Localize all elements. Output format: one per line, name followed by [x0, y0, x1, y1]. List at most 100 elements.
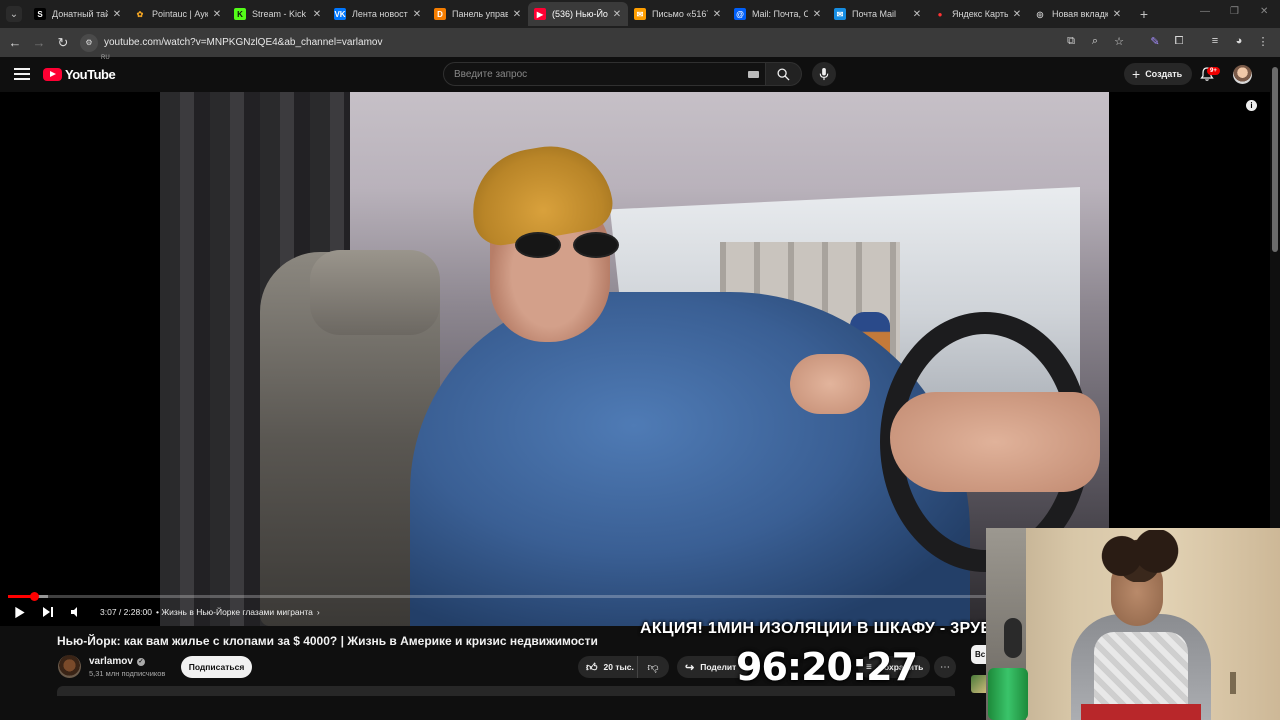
tab-favicon-icon: ✿ [136, 9, 144, 19]
time-display: 3:07 / 2:28:00 [100, 607, 152, 617]
close-window-icon[interactable]: ✕ [1260, 6, 1268, 17]
youtube-logo-text: YouTube [65, 67, 116, 82]
tab-close-icon[interactable]: ✕ [612, 9, 622, 20]
account-avatar[interactable] [1233, 65, 1252, 84]
reload-icon[interactable]: ↻ [51, 31, 75, 55]
tab-close-icon[interactable]: ✕ [712, 9, 722, 20]
back-icon[interactable]: ← [3, 31, 27, 55]
tab-title: Яндекс Карты [952, 9, 1008, 19]
stream-promo-text: АКЦИЯ! 1МИН ИЗОЛЯЦИИ В ШКАФУ - 3РУБ [640, 620, 993, 637]
play-button[interactable] [10, 602, 30, 622]
browser-tab[interactable]: ✉ Почта Mail ✕ [828, 2, 928, 26]
browser-tab[interactable]: ✉ Письмо «5167 ✕ [628, 2, 728, 26]
webcam-microphone [1004, 618, 1022, 658]
youtube-logo[interactable]: YouTube [43, 67, 116, 82]
stream-timer: 96:20:27 [736, 645, 918, 689]
extension-pen-icon[interactable]: ✎ [1146, 32, 1164, 50]
browser-tab[interactable]: ● Яндекс Карты ✕ [928, 2, 1028, 26]
tab-title: Почта Mail [852, 9, 896, 19]
browser-tab[interactable]: @ Mail: Почта, О ✕ [728, 2, 828, 26]
tab-close-icon[interactable]: ✕ [112, 9, 122, 20]
browser-tab[interactable]: ▶ (536) Нью-Йор ✕ [528, 2, 628, 26]
address-bar[interactable]: ⚙ youtube.com/watch?v=MNPKGNzlQE4&ab_cha… [80, 32, 1140, 53]
tab-favicon-icon: ▶ [534, 8, 546, 20]
tab-close-icon[interactable]: ✕ [812, 9, 822, 20]
skip-next-icon [43, 607, 53, 617]
plus-icon: + [1132, 66, 1141, 82]
extensions-puzzle-icon[interactable]: ⧠ [1170, 32, 1188, 50]
tab-close-icon[interactable]: ✕ [212, 9, 222, 20]
tab-close-icon[interactable]: ✕ [1012, 9, 1022, 20]
channel-name-row[interactable]: varlamov ✓ [89, 656, 145, 667]
browser-tab[interactable]: ◎ Новая вкладка ✕ [1028, 2, 1128, 26]
notifications-badge: 9+ [1207, 67, 1220, 75]
microphone-icon [819, 67, 829, 80]
channel-name[interactable]: varlamov [89, 656, 133, 667]
like-button[interactable]: 👍︎ 20 тыс. [578, 656, 638, 678]
browser-tab[interactable]: D Панель управ ✕ [428, 2, 528, 26]
channel-avatar[interactable] [58, 655, 81, 678]
subscribe-button[interactable]: Подписаться [181, 656, 252, 678]
tab-favicon-icon: D [434, 8, 446, 20]
share-label: Поделит [700, 662, 737, 672]
keyboard-icon[interactable] [748, 71, 759, 78]
guide-menu-icon[interactable] [14, 66, 30, 82]
browser-tab[interactable]: ✿ Pointauc | Аукц ✕ [128, 2, 228, 26]
forward-icon[interactable]: → [27, 31, 51, 55]
chapter-title[interactable]: • Жизнь в Нью-Йорке глазами мигранта [156, 607, 313, 617]
volume-button[interactable] [66, 602, 86, 622]
new-tab-button[interactable]: + [1134, 4, 1154, 24]
zoom-icon[interactable]: ⌕ [1086, 32, 1104, 50]
video-info-icon[interactable]: i [1246, 100, 1257, 111]
progress-scrubber-handle[interactable] [30, 592, 40, 601]
bookmark-star-icon[interactable]: ☆ [1110, 32, 1128, 50]
tab-close-icon[interactable]: ✕ [312, 9, 322, 20]
tab-close-icon[interactable]: ✕ [912, 9, 922, 20]
tab-favicon-icon: ✉ [834, 8, 846, 20]
player-controls: 3:07 / 2:28:00 • Жизнь в Нью-Йорке глаза… [10, 602, 320, 622]
next-button[interactable] [38, 602, 58, 622]
maximize-icon[interactable]: ❐ [1230, 6, 1239, 17]
dislike-button[interactable]: 👎︎ [638, 661, 668, 674]
browser-toolbar: ← → ↻ ⚙ youtube.com/watch?v=MNPKGNzlQE4&… [0, 28, 1280, 57]
thumbs-up-icon: 👍︎ [586, 661, 598, 674]
chapter-chevron-icon[interactable]: › [317, 607, 320, 617]
more-actions-icon[interactable]: ⋯ [934, 656, 956, 678]
video-frame[interactable] [160, 92, 1109, 626]
search-icon [777, 67, 790, 81]
streamer-webcam [986, 528, 1280, 720]
media-controls-icon[interactable]: ≡ [1206, 32, 1224, 50]
tab-list: S Донатный тайм ✕ ✿ Pointauc | Аукц ✕ K Stream … [28, 2, 1154, 26]
thumbs-down-icon: 👎︎ [647, 661, 659, 674]
search-input[interactable] [454, 68, 734, 80]
tab-title: Stream - Kick C [252, 9, 308, 19]
webcam-person-shorts [1081, 704, 1201, 720]
site-info-icon[interactable]: ⚙ [80, 33, 98, 52]
share-arrow-icon: ↪ [685, 661, 695, 674]
youtube-header: YouTube RU + Создать 9+ [0, 55, 1270, 92]
profile-icon[interactable]: ◕ [1230, 32, 1248, 50]
create-button[interactable]: + Создать [1124, 63, 1193, 85]
scrollbar-thumb[interactable] [1272, 67, 1278, 252]
tab-favicon-icon: ◎ [1036, 9, 1044, 19]
browser-menu-icon[interactable]: ⋮ [1254, 32, 1272, 50]
tab-close-icon[interactable]: ✕ [1112, 9, 1122, 20]
tab-close-icon[interactable]: ✕ [512, 9, 522, 20]
tab-title: Mail: Почта, О [752, 9, 808, 19]
browser-tab[interactable]: K Stream - Kick C ✕ [228, 2, 328, 26]
tab-close-icon[interactable]: ✕ [412, 9, 422, 20]
video-person-sunglasses [515, 232, 635, 260]
minimize-icon[interactable]: — [1200, 6, 1210, 17]
voice-search-button[interactable] [812, 62, 836, 86]
browser-tab[interactable]: VK Лента новосте ✕ [328, 2, 428, 26]
install-app-icon[interactable]: ⧉ [1062, 32, 1080, 50]
search-button[interactable] [766, 62, 802, 86]
toolbar-actions: ⧉ ⌕ ☆ ✎ ⧠ ≡ ◕ ⋮ [1062, 32, 1272, 50]
browser-tab[interactable]: S Донатный тайм ✕ [28, 2, 128, 26]
url-text[interactable]: youtube.com/watch?v=MNPKGNzlQE4&ab_chann… [104, 37, 382, 48]
verified-check-icon: ✓ [136, 657, 145, 666]
subscriber-count: 5,31 млн подписчиков [89, 669, 166, 678]
webcam-door-hinge [1230, 672, 1236, 694]
youtube-play-logo-icon [43, 68, 62, 81]
tab-search-chevron-icon[interactable]: ⌄ [6, 6, 22, 22]
